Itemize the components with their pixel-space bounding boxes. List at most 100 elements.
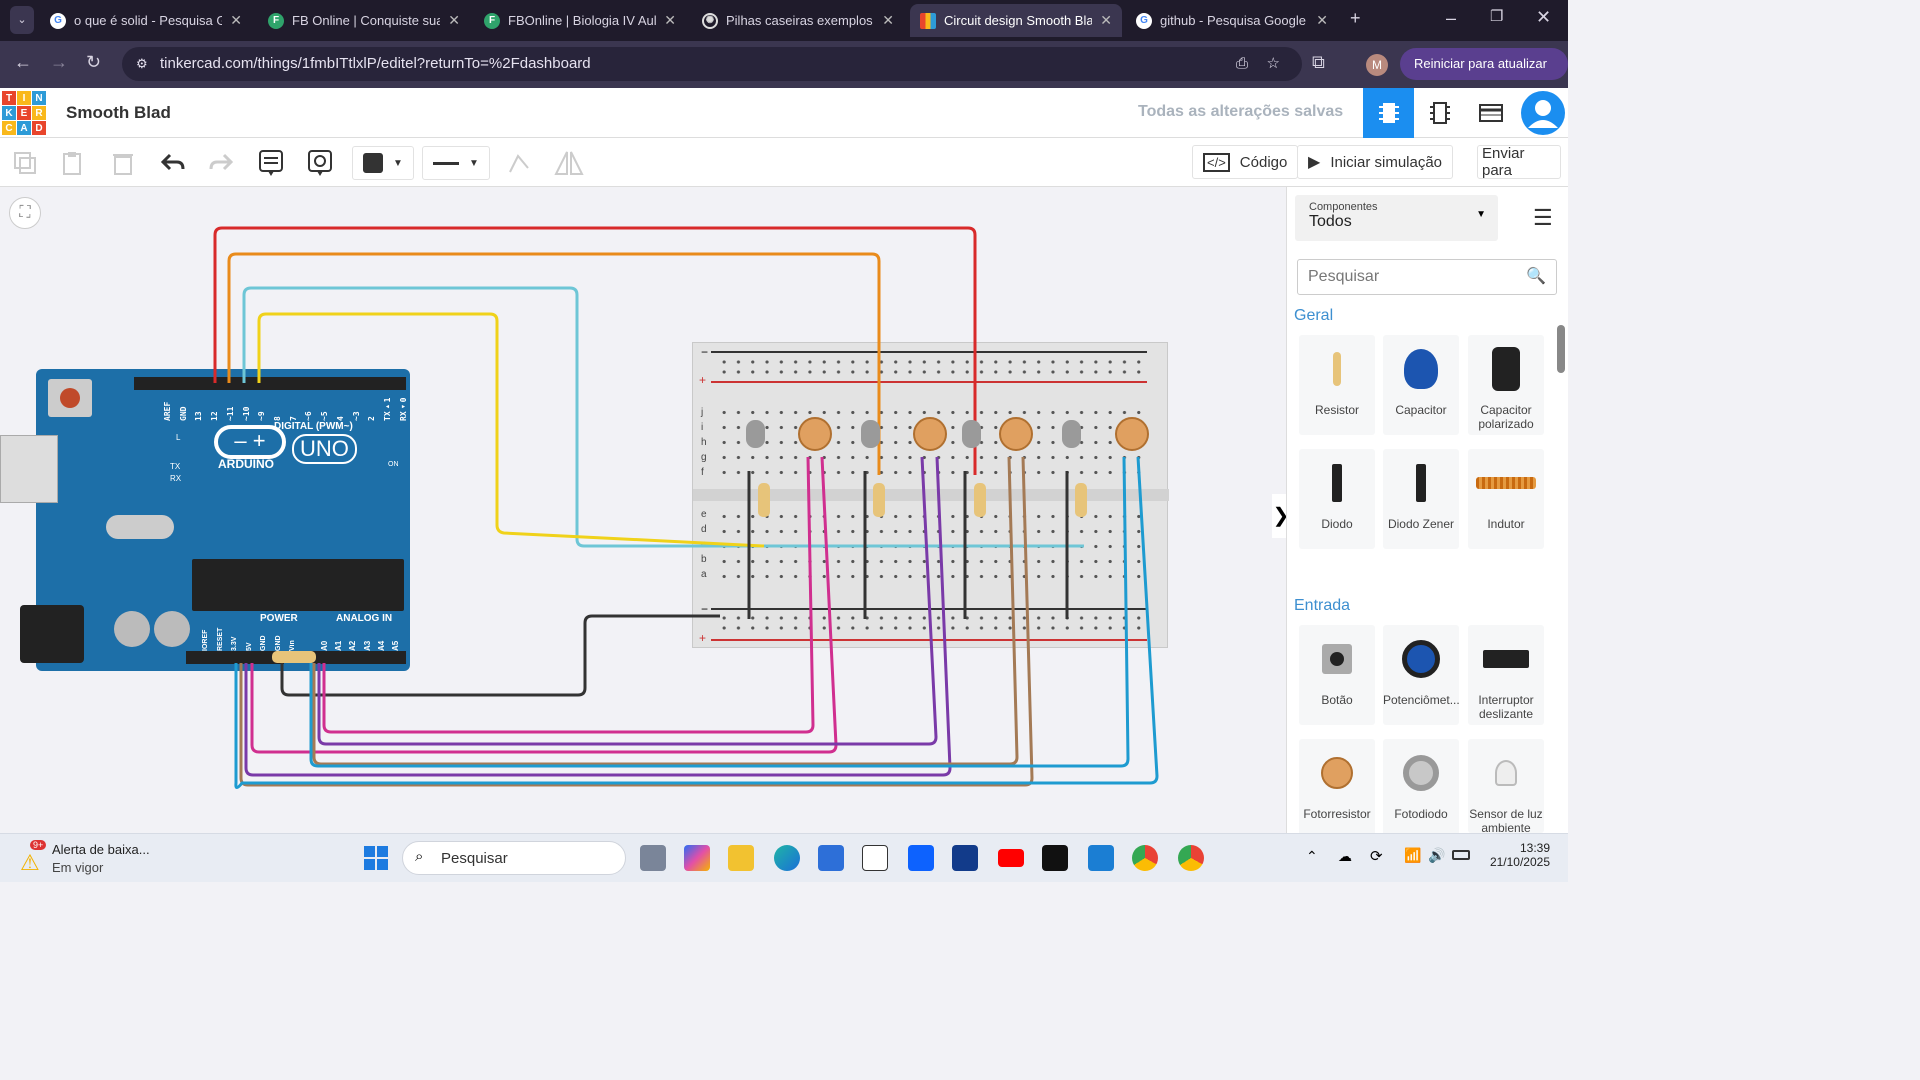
edge-icon[interactable] [774,845,800,871]
paste-button[interactable] [56,146,90,180]
browser-tab[interactable]: F FB Online | Conquiste sua a ✕ [258,4,470,37]
netflix-icon[interactable] [1042,845,1068,871]
start-button[interactable] [364,846,388,870]
design-title[interactable]: Smooth Blad [66,103,171,123]
schematic-view-button[interactable] [1414,88,1465,138]
user-avatar[interactable] [1517,88,1568,138]
scrollbar[interactable] [1557,311,1565,831]
battery-icon[interactable] [1452,850,1470,860]
forward-icon[interactable]: → [50,52,68,73]
close-icon[interactable]: ✕ [1100,12,1112,29]
component-capacitor[interactable]: Capacitor [1383,335,1459,435]
notes-button[interactable] [254,146,288,180]
led[interactable] [962,420,981,448]
photoresistor[interactable] [999,417,1033,451]
led[interactable] [861,420,880,448]
browser-tab[interactable]: Go que é solid - Pesquisa Go ✕ [40,4,252,37]
window-close-icon[interactable]: ✕ [1536,7,1551,28]
code-button[interactable]: </> Código [1192,145,1299,179]
undo-button[interactable] [156,146,190,180]
youtube-icon[interactable] [998,849,1024,867]
task-view-icon[interactable] [640,845,666,871]
extensions-icon[interactable]: ⧉ [1312,52,1325,73]
restore-icon[interactable]: ❐ [1490,7,1503,25]
file-explorer-icon[interactable] [728,845,754,871]
copy-button[interactable] [8,146,42,180]
tray-overflow-icon[interactable]: ⌃ [1306,848,1318,865]
circuit-canvas[interactable]: ⛶ AREF GND 13 12 ~11 ~10 ~9 8 7 ~6 ~5 4 … [0,187,1286,833]
start-simulation-button[interactable]: ▶ Iniciar simulação [1297,145,1454,179]
tab-search-button[interactable]: ⌄ [10,6,34,34]
taskbar-search[interactable]: ⌕ Pesquisar [402,841,626,875]
component-ambient-light-sensor[interactable]: Sensor de luz ambiente [1468,739,1544,833]
led[interactable] [1062,420,1081,448]
resistor[interactable] [1075,483,1087,517]
minimize-icon[interactable]: – [1446,8,1456,29]
new-tab-icon[interactable]: + [1350,8,1361,29]
component-photodiode[interactable]: Fotodiodo [1383,739,1459,839]
redo-button[interactable] [204,146,238,180]
close-icon[interactable]: ✕ [230,12,242,29]
weather-alert-widget[interactable]: ⚠ 9+ Alerta de baixa... Em vigor [20,840,170,878]
chrome-icon[interactable] [1132,845,1158,871]
photoresistor[interactable] [1115,417,1149,451]
back-icon[interactable]: ← [14,52,32,73]
browser-tab[interactable]: F FBOnline | Biologia IV Aula ✕ [474,4,686,37]
components-dropdown[interactable]: Componentes Todos ▼ [1295,195,1498,241]
sync-icon[interactable]: ⟳ [1370,847,1383,865]
booking-icon[interactable] [952,845,978,871]
resistor[interactable] [974,483,986,517]
wire-blue-2[interactable] [234,456,1159,789]
browser-tab[interactable]: ✺ Pilhas caseiras exemplos ✕ [692,4,904,37]
reload-icon[interactable]: ↻ [86,52,101,73]
component-button[interactable]: Botão [1299,625,1375,725]
bookmark-star-icon[interactable]: ☆ [1267,47,1280,81]
wifi-icon[interactable]: 📶 [1404,847,1421,864]
circuit-view-button[interactable] [1363,88,1414,138]
resistor[interactable] [758,483,770,517]
scrollbar-thumb[interactable] [1557,325,1565,373]
volume-icon[interactable]: 🔊 [1428,847,1445,864]
send-to-button[interactable]: Enviar para [1477,145,1561,179]
component-list-button[interactable] [1465,88,1516,138]
wire-style-dropdown[interactable]: ▼ [422,146,490,180]
site-info-icon[interactable]: ⚙ [136,47,148,81]
visibility-button[interactable] [303,146,337,180]
chrome-profile-icon[interactable] [1178,845,1204,871]
list-view-icon[interactable]: ☰ [1533,205,1553,231]
resistor[interactable] [873,483,885,517]
component-diode[interactable]: Diodo [1299,449,1375,549]
component-potentiometer[interactable]: Potenciômet... [1383,625,1460,725]
tinkercad-logo[interactable]: T I N K E R C A D [2,91,46,135]
wire-cyan[interactable] [242,286,1084,548]
wire-yellow[interactable] [257,312,765,548]
component-photoresistor[interactable]: Fotorresistor [1299,739,1375,839]
photoresistor[interactable] [913,417,947,451]
profile-avatar[interactable]: M [1366,54,1388,76]
url-bar[interactable]: ⚙ tinkercad.com/things/1fmbITtlxlP/editel… [122,47,1302,81]
close-icon[interactable]: ✕ [664,12,676,29]
component-inductor[interactable]: Indutor [1468,449,1544,549]
flip-button[interactable] [552,146,586,180]
resistor[interactable] [272,651,316,663]
browser-tab-active[interactable]: Circuit design Smooth Blad ✕ [910,4,1122,37]
dropbox-icon[interactable] [908,845,934,871]
delete-button[interactable] [106,146,140,180]
fill-color-dropdown[interactable]: ▼ [352,146,414,180]
close-icon[interactable]: ✕ [448,12,460,29]
install-app-icon[interactable]: ⎙ [1236,47,1248,81]
wire-blue-1[interactable] [309,456,1130,768]
component-search-input[interactable]: Pesquisar 🔍 [1297,259,1557,295]
close-icon[interactable]: ✕ [882,12,894,29]
wire-black[interactable] [280,614,720,697]
component-zener-diode[interactable]: Diodo Zener [1383,449,1459,549]
rotate-button[interactable] [502,146,536,180]
wire-brown-2[interactable] [239,456,1034,787]
browser-tab[interactable]: Ggithub - Pesquisa Google ✕ [1126,4,1338,37]
component-slide-switch[interactable]: Interruptor deslizante [1468,625,1544,725]
wire-brown-1[interactable] [312,456,1019,766]
wire-magenta-1[interactable] [322,456,815,734]
close-icon[interactable]: ✕ [1316,12,1328,29]
vscode-icon[interactable] [1088,845,1114,871]
onedrive-icon[interactable]: ☁ [1338,848,1352,865]
